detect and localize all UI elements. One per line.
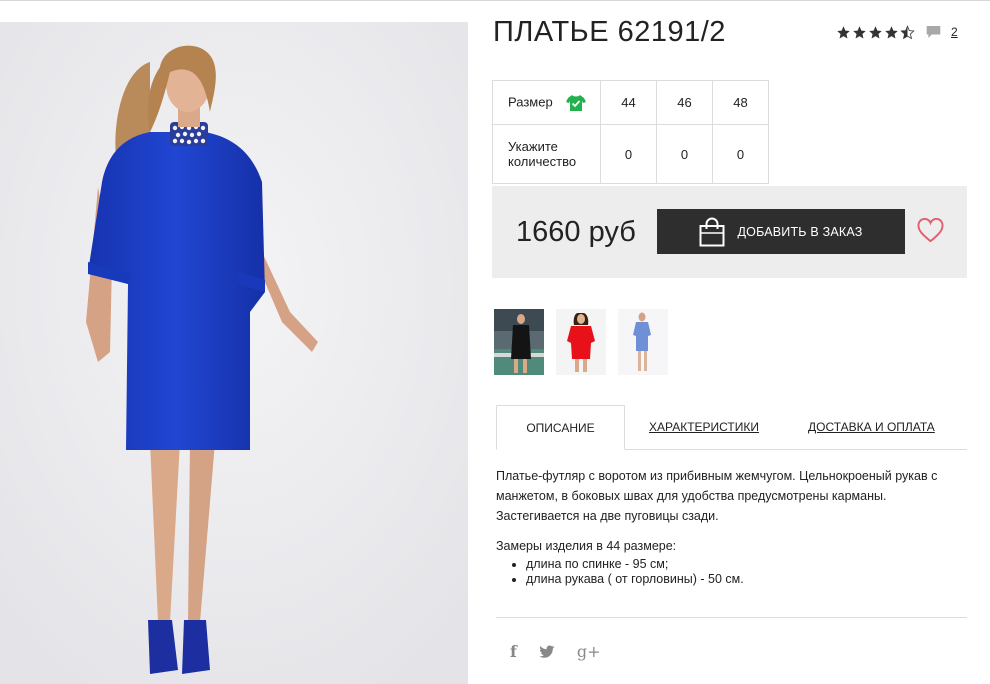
- facebook-icon[interactable]: f: [510, 642, 517, 661]
- size-row: Размер 44 46 48: [492, 80, 769, 125]
- thumbnail-red-dress[interactable]: [556, 309, 606, 375]
- size-48[interactable]: 48: [712, 80, 769, 125]
- social-share: f g+: [510, 642, 601, 661]
- description-panel: Платье-футляр с воротом из прибивным жем…: [496, 466, 968, 587]
- tab-delivery-payment[interactable]: ДОСТАВКА И ОПЛАТА: [808, 405, 935, 449]
- thumbnail-black-dress[interactable]: [494, 309, 544, 375]
- star-icon: [869, 25, 882, 38]
- tab-characteristics[interactable]: ХАРАКТЕРИСТИКИ: [649, 405, 759, 449]
- shopping-bag-icon: [699, 217, 725, 246]
- product-title: ПЛАТЬЕ 62191/2: [493, 16, 726, 48]
- size-44[interactable]: 44: [600, 80, 657, 125]
- add-to-order-button[interactable]: ДОБАВИТЬ В ЗАКАЗ: [657, 209, 905, 254]
- quantity-46-input[interactable]: 0: [656, 124, 713, 184]
- main-product-photo[interactable]: [0, 22, 468, 684]
- add-to-order-label: ДОБАВИТЬ В ЗАКАЗ: [737, 224, 863, 239]
- rating-stars[interactable]: [836, 24, 915, 40]
- twitter-icon[interactable]: [539, 645, 555, 659]
- quantity-row: Укажите количество 0 0 0: [492, 124, 769, 184]
- description-text: Платье-футляр с воротом из прибивным жем…: [496, 469, 938, 523]
- purchase-box: 1660 руб ДОБАВИТЬ В ЗАКАЗ: [492, 186, 967, 278]
- star-icon: [837, 25, 850, 38]
- review-count-link[interactable]: 2: [951, 25, 958, 39]
- size-chart-shirt-icon[interactable]: [566, 94, 587, 112]
- measures-list: длина по спинке - 95 см; длина рукава ( …: [496, 557, 968, 587]
- size-table: Размер 44 46 48 Укажите количество 0 0 0: [492, 80, 769, 184]
- quantity-48-input[interactable]: 0: [712, 124, 769, 184]
- quantity-44-input[interactable]: 0: [600, 124, 657, 184]
- star-icon: [853, 25, 866, 38]
- quantity-label: Укажите количество: [492, 124, 601, 184]
- measure-item: длина рукава ( от горловины) - 50 см.: [526, 572, 968, 587]
- star-icon: [885, 25, 898, 38]
- price: 1660 руб: [516, 216, 636, 248]
- star-half-icon: [900, 24, 915, 39]
- measures-title: Замеры изделия в 44 размере:: [496, 539, 677, 553]
- thumbnail-blue-dress[interactable]: [618, 309, 668, 375]
- thumbnail-gallery: [494, 309, 668, 375]
- top-divider: [0, 0, 990, 1]
- tab-description[interactable]: ОПИСАНИЕ: [496, 405, 625, 450]
- measure-item: длина по спинке - 95 см;: [526, 557, 968, 572]
- size-label-cell: Размер: [492, 80, 601, 125]
- product-rating: 2: [836, 24, 958, 40]
- divider: [496, 617, 967, 618]
- wishlist-heart-icon[interactable]: [917, 218, 944, 243]
- size-46[interactable]: 46: [656, 80, 713, 125]
- google-plus-icon[interactable]: g+: [577, 642, 601, 661]
- comment-icon[interactable]: [925, 24, 942, 40]
- size-label: Размер: [508, 93, 553, 109]
- product-tabs: ОПИСАНИЕ ХАРАКТЕРИСТИКИ ДОСТАВКА И ОПЛАТ…: [496, 405, 967, 450]
